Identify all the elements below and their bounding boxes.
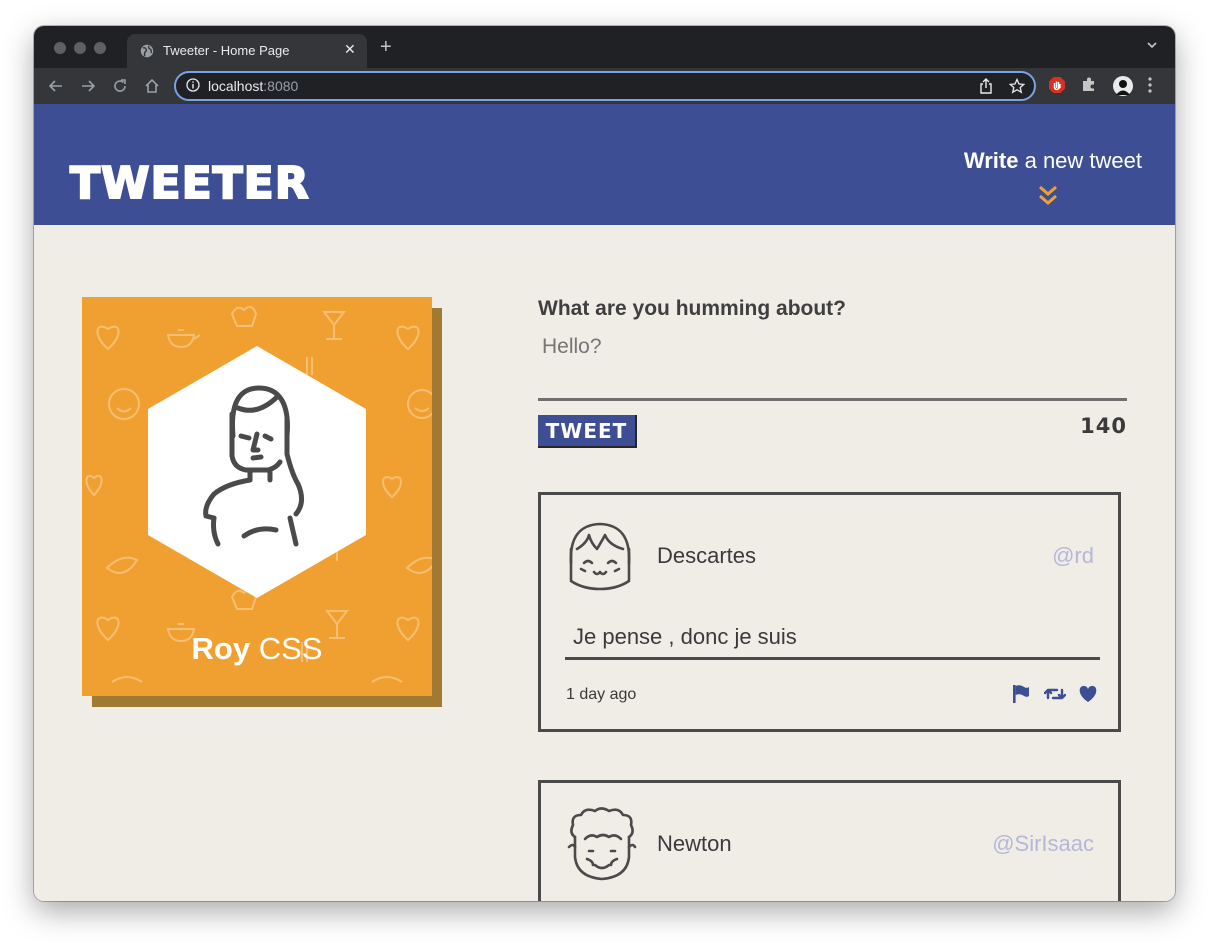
tweet-avatar <box>569 522 631 591</box>
profile-first-name: Roy <box>191 631 251 666</box>
back-arrow-icon[interactable] <box>47 77 65 95</box>
tweet-author-name: Newton <box>657 831 732 856</box>
site-logo[interactable]: TWEETER <box>69 158 310 210</box>
browser-tab[interactable]: Tweeter - Home Page ✕ <box>127 34 367 68</box>
tweet-divider <box>565 657 1100 660</box>
profile-card: Roy CSS <box>82 297 432 696</box>
tweet-avatar <box>567 807 637 881</box>
profile-last-name: CSS <box>250 631 323 666</box>
tweet-textarea[interactable] <box>540 331 1104 363</box>
bookmark-star-icon[interactable] <box>1009 78 1025 94</box>
char-counter: 140 <box>1080 414 1127 438</box>
info-icon[interactable] <box>186 78 200 92</box>
compose-toggle[interactable]: Write a new tweet <box>962 148 1142 218</box>
url-text[interactable]: localhost:8080 <box>208 78 298 94</box>
composer-divider <box>538 398 1127 401</box>
compose-toggle-bold: Write <box>963 148 1019 173</box>
close-icon[interactable]: ✕ <box>344 41 356 58</box>
tweet-card: Newton @SirIsaac <box>538 780 1121 901</box>
globe-icon <box>140 44 154 58</box>
url-port: :8080 <box>263 78 299 94</box>
browser-toolbar: localhost:8080 <box>34 68 1175 104</box>
adblock-icon[interactable] <box>1048 76 1066 94</box>
tab-bar: Tweeter - Home Page ✕ + <box>34 26 1175 68</box>
tweet-button[interactable]: TWEET <box>538 415 637 448</box>
profile-avatar-icon[interactable] <box>1113 76 1133 96</box>
tab-title: Tweeter - Home Page <box>163 43 290 58</box>
forward-arrow-icon[interactable] <box>79 77 97 95</box>
address-bar[interactable]: localhost:8080 <box>174 71 1036 101</box>
compose-toggle-rest: a new tweet <box>1018 148 1142 173</box>
retweet-icon[interactable] <box>1044 684 1066 704</box>
home-icon[interactable] <box>143 77 161 95</box>
tweet-card: Descartes @rd Je pense , donc je suis 1 … <box>538 492 1121 732</box>
window-close-dot[interactable] <box>54 42 66 54</box>
chevron-down-icon[interactable] <box>1146 40 1158 50</box>
double-chevron-down-icon[interactable] <box>1038 184 1058 206</box>
profile-avatar[interactable] <box>146 344 368 600</box>
composer-label: What are you humming about? <box>538 297 846 320</box>
tweet-author-name: Descartes <box>657 543 757 568</box>
site-header: TWEETER Write a new tweet <box>34 104 1175 225</box>
profile-name: Roy CSS <box>82 631 432 667</box>
window-minimize-dot[interactable] <box>74 42 86 54</box>
tweet-timestamp: 1 day ago <box>566 686 637 703</box>
flag-icon[interactable] <box>1011 684 1031 704</box>
plus-icon[interactable]: + <box>380 37 392 57</box>
tweet-author-handle: @SirIsaac <box>992 831 1094 856</box>
share-icon[interactable] <box>979 78 993 94</box>
page-content: TWEETER Write a new tweet Roy CSS What a… <box>34 104 1175 901</box>
kebab-menu-icon[interactable] <box>1147 76 1153 94</box>
compose-toggle-label: Write a new tweet <box>964 148 1142 174</box>
url-host: localhost <box>208 78 264 94</box>
heart-icon[interactable] <box>1078 684 1098 704</box>
extensions-puzzle-icon[interactable] <box>1081 76 1098 93</box>
tweet-author-handle: @rd <box>1052 543 1094 568</box>
window-zoom-dot[interactable] <box>94 42 106 54</box>
tweet-content: Je pense , donc je suis <box>573 624 797 649</box>
reload-icon[interactable] <box>111 77 129 95</box>
browser-window: Tweeter - Home Page ✕ + localhost:8080 T… <box>34 26 1175 901</box>
